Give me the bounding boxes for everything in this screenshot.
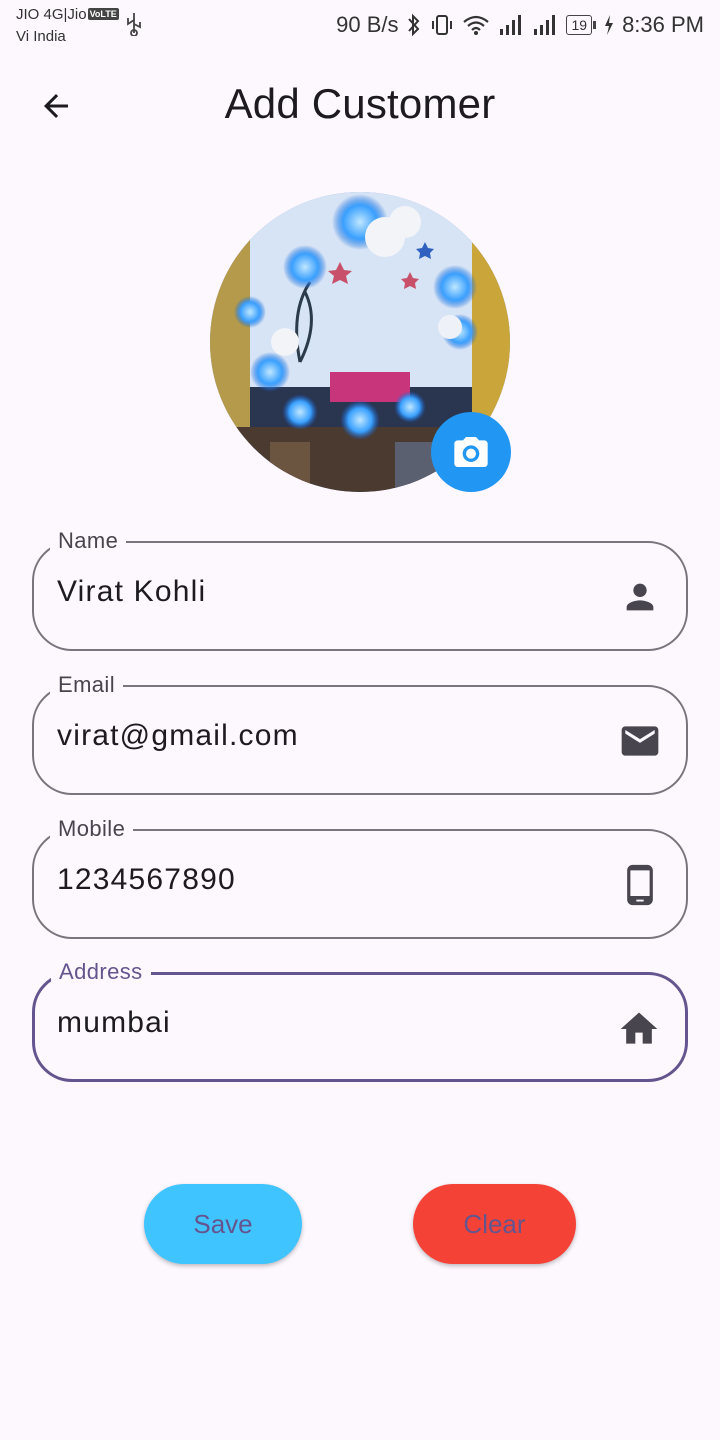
clock: 8:36 PM xyxy=(622,12,704,37)
net-speed: 90 B/s xyxy=(336,12,399,37)
signal-icon-2 xyxy=(532,14,558,36)
address-label: Address xyxy=(51,959,151,985)
camera-icon xyxy=(454,437,488,467)
volte-badge: VoLTE xyxy=(87,8,119,20)
clear-button[interactable]: Clear xyxy=(413,1184,576,1264)
page-title: Add Customer xyxy=(224,80,496,127)
person-icon xyxy=(618,575,662,619)
wifi-icon xyxy=(462,13,490,37)
avatar-container xyxy=(210,192,511,492)
save-button[interactable]: Save xyxy=(144,1184,302,1264)
email-field[interactable]: Email virat@gmail.com xyxy=(32,672,688,795)
status-right: 90 B/s 19 8:36 PM xyxy=(336,10,704,40)
mobile-label: Mobile xyxy=(50,816,134,842)
name-field[interactable]: Name Virat Kohli xyxy=(32,528,688,651)
phone-icon xyxy=(618,863,662,907)
name-input[interactable]: Virat Kohli xyxy=(57,575,597,609)
mobile-input[interactable]: 1234567890 xyxy=(57,863,597,897)
battery-level: 19 xyxy=(566,15,593,35)
usb-icon xyxy=(125,12,143,41)
charging-icon xyxy=(604,15,614,35)
name-label: Name xyxy=(50,528,127,554)
bluetooth-icon xyxy=(406,13,422,37)
status-bar: JIO 4G|Jio VoLTE Vi India 90 B/s 19 8:36 … xyxy=(0,0,720,52)
change-photo-button[interactable] xyxy=(431,412,511,492)
app-bar: Add Customer xyxy=(0,60,720,146)
signal-icon-1 xyxy=(498,14,524,36)
email-input[interactable]: virat@gmail.com xyxy=(57,719,597,753)
email-label: Email xyxy=(50,672,124,698)
mobile-field[interactable]: Mobile 1234567890 xyxy=(32,816,688,939)
vibrate-icon xyxy=(430,13,454,37)
carrier-secondary: Vi India xyxy=(16,28,66,45)
address-field[interactable]: Address mumbai xyxy=(32,959,688,1082)
address-input[interactable]: mumbai xyxy=(57,1006,597,1040)
email-icon xyxy=(618,719,662,763)
battery-icon: 19 xyxy=(566,15,597,35)
home-icon xyxy=(617,1007,661,1051)
carrier-primary: JIO 4G|Jio VoLTE xyxy=(16,6,119,23)
